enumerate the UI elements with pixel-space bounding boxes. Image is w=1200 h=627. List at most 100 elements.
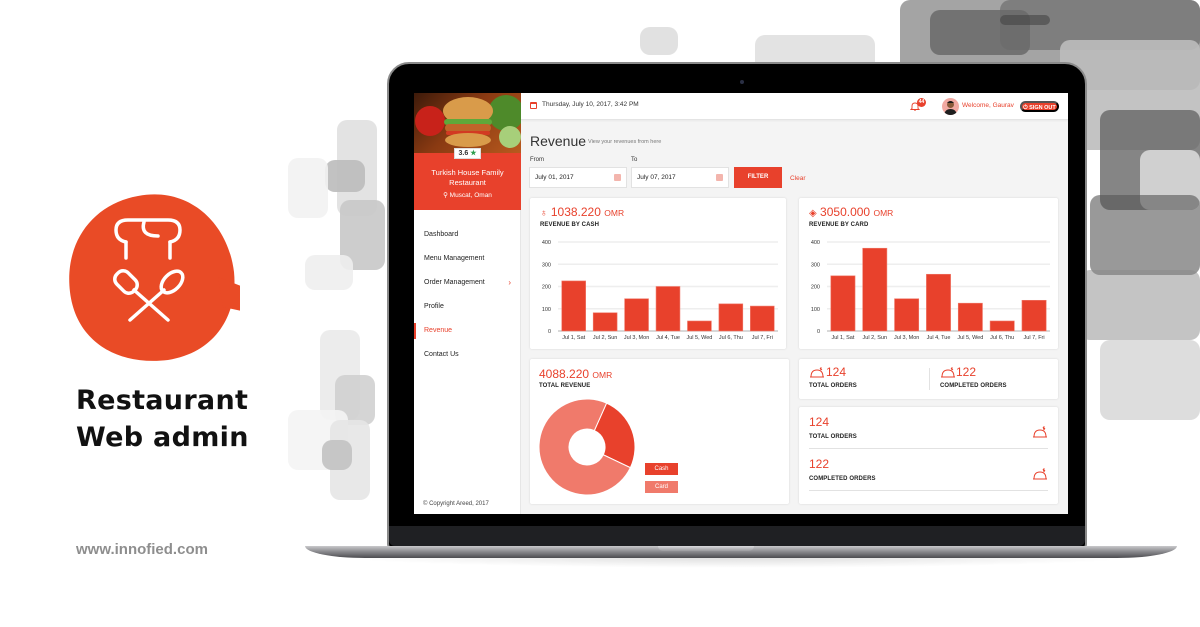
bar-jul-4-tue[interactable] — [655, 286, 681, 332]
total-revenue-donut-chart — [539, 398, 636, 496]
background-square — [1080, 270, 1200, 340]
background-square — [288, 158, 328, 218]
promo-title-line2: Web admin — [76, 422, 249, 453]
clear-link[interactable]: Clear — [790, 175, 806, 182]
y-tick-label: 100 — [811, 307, 820, 313]
cash-card-label: REVENUE BY CASH — [540, 222, 600, 228]
bar-jul-2-sun[interactable] — [592, 312, 618, 332]
card-card-label: REVENUE BY CARD — [809, 222, 869, 228]
calendar-icon — [530, 102, 537, 109]
bar-jul-7-fri[interactable] — [750, 305, 775, 332]
star-icon: ★ — [470, 150, 477, 157]
orders-list-total-label: TOTAL ORDERS — [809, 434, 857, 440]
sidebar-item-contact-us[interactable]: Contact Us — [414, 347, 521, 363]
sidebar-item-label: Menu Management — [424, 255, 485, 262]
x-tick-label: Jul 7, Fri — [752, 335, 773, 341]
y-tick-label: 200 — [542, 285, 551, 291]
bar-jul-1-sat[interactable] — [830, 275, 856, 332]
orders-list-completed-value: 122 — [809, 457, 830, 471]
promo-speech-blob — [69, 194, 240, 361]
sidebar-item-profile[interactable]: Profile — [414, 299, 521, 315]
x-tick-label: Jul 3, Mon — [894, 335, 919, 341]
background-square — [1090, 195, 1200, 275]
bar-jul-7-fri[interactable] — [1021, 299, 1047, 332]
orders-list-total-value: 124 — [809, 415, 830, 429]
y-tick-label: 0 — [817, 329, 820, 335]
revenue-by-cash-card: ♁ 1038.220 OMR REVENUE BY CASH 0 100 200 30… — [530, 198, 786, 349]
laptop-hinge-notch — [658, 546, 754, 551]
y-tick-label: 300 — [811, 262, 820, 268]
x-tick-label: Jul 6, Thu — [990, 335, 1014, 341]
current-datetime: Thursday, July 10, 2017, 3:42 PM — [542, 101, 639, 108]
background-square — [1100, 340, 1200, 420]
money-bag-icon: ♁ — [540, 208, 548, 219]
background-square — [325, 160, 365, 192]
bar-jul-1-sat[interactable] — [561, 280, 586, 332]
x-tick-label: Jul 5, Wed — [957, 335, 983, 341]
total-revenue-label: TOTAL REVENUE — [539, 383, 591, 389]
x-tick-label: Jul 3, Mon — [624, 335, 649, 341]
background-square — [305, 255, 353, 290]
from-date-input[interactable]: July 01, 2017 — [529, 167, 627, 188]
bar-jul-3-mon[interactable] — [624, 298, 649, 332]
calendar-icon[interactable] — [716, 174, 723, 181]
y-tick-label: 200 — [811, 285, 820, 291]
x-tick-label: Jul 6, Thu — [719, 335, 743, 341]
cash-bar-chart: 0 100 200 300 400 Jul 1, Sat Jul 2, Sun Jul 3, … — [542, 240, 778, 341]
bar-jul-3-mon[interactable] — [894, 298, 920, 332]
promo-website-link[interactable]: www.innofied.com — [76, 541, 208, 558]
sidebar-item-label: Order Management — [424, 279, 485, 286]
total-amount: 4088.220 OMR — [539, 367, 612, 381]
total-orders-label: TOTAL ORDERS — [809, 383, 857, 389]
sidebar-item-dashboard[interactable]: Dashboard — [414, 227, 521, 243]
sidebar-item-order-management[interactable]: Order Management › — [414, 275, 521, 291]
legend-cash[interactable]: Cash — [645, 463, 678, 475]
x-tick-label: Jul 7, Fri — [1024, 335, 1045, 341]
bar-jul-5-wed[interactable] — [687, 320, 712, 332]
sidebar: 3.6 ★ Turkish House Family Restaurant ⚲ … — [414, 93, 521, 514]
sidebar-item-label: Contact Us — [424, 351, 459, 358]
bar-jul-2-sun[interactable] — [862, 247, 888, 332]
sidebar-item-revenue[interactable]: Revenue — [414, 323, 521, 339]
divider — [809, 448, 1048, 449]
bar-jul-5-wed[interactable] — [957, 302, 983, 332]
bar-jul-6-thu[interactable] — [718, 303, 744, 332]
chevron-right-icon: › — [508, 278, 511, 287]
sidebar-item-label: Dashboard — [424, 231, 459, 238]
cloche-icon — [941, 367, 955, 378]
page-subtitle: View your revenues from here — [588, 139, 662, 145]
cloche-icon — [1033, 426, 1047, 438]
cash-amount-unit: OMR — [604, 208, 625, 218]
filter-button[interactable]: FILTER — [734, 167, 782, 188]
to-date-input[interactable]: July 07, 2017 — [631, 167, 729, 188]
sidebar-item-label: Profile — [424, 303, 444, 310]
bar-jul-6-thu[interactable] — [989, 320, 1015, 332]
copyright-text: © Copyright Areed, 2017 — [423, 501, 489, 507]
restaurant-hero: 3.6 ★ Turkish House Family Restaurant ⚲ … — [414, 93, 521, 210]
legend-card[interactable]: Card — [645, 481, 678, 493]
background-square — [322, 440, 352, 470]
bar-jul-4-tue[interactable] — [926, 273, 951, 332]
orders-summary-card: 124 TOTAL ORDERS 122 COMPLETED ORDERS — [799, 359, 1058, 399]
x-tick-label: Jul 4, Tue — [656, 335, 680, 341]
sign-out-label: SIGN OUT — [1029, 105, 1056, 111]
orders-list-card: 124 TOTAL ORDERS 122 COMPLETED ORDERS — [799, 407, 1058, 504]
laptop-bezel-chin — [389, 526, 1085, 546]
restaurant-location: ⚲ Muscat, Oman — [418, 191, 517, 199]
y-tick-label: 400 — [542, 240, 551, 246]
x-tick-label: Jul 2, Sun — [593, 335, 617, 341]
admin-screen: 3.6 ★ Turkish House Family Restaurant ⚲ … — [414, 93, 1068, 514]
x-tick-label: Jul 2, Sun — [863, 335, 887, 341]
promo-title-line1: Restaurant — [76, 385, 249, 416]
total-orders-value: 124 — [826, 365, 847, 379]
sign-out-button[interactable]: ⏻ SIGN OUT — [1020, 101, 1059, 112]
location-pin-icon: ⚲ — [443, 192, 448, 199]
rating-badge: 3.6 ★ — [454, 148, 481, 159]
sidebar-item-menu-management[interactable]: Menu Management — [414, 251, 521, 267]
promo-title: Restaurant Web admin — [76, 382, 249, 456]
calendar-icon[interactable] — [614, 174, 621, 181]
x-tick-label: Jul 5, Wed — [686, 335, 712, 341]
user-avatar[interactable] — [942, 98, 959, 115]
laptop-camera — [740, 80, 744, 84]
cloche-icon — [1033, 468, 1047, 480]
